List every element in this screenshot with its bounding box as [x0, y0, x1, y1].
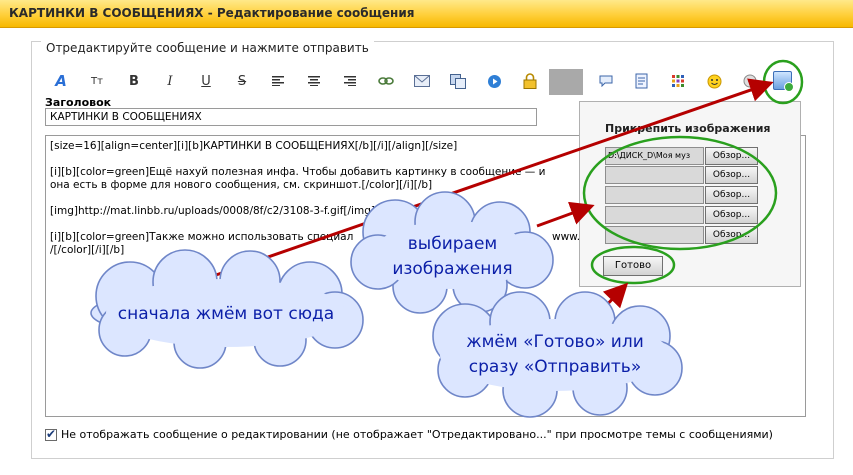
cloud-step2-line1: выбираем [407, 234, 498, 254]
cloud-step1-text: сначала жмём вот сюда [117, 304, 335, 324]
highlight-attach-icon [762, 59, 804, 105]
highlight-done-button [590, 245, 676, 285]
cloud-step3-line2: сразу «Отправить» [468, 357, 642, 377]
highlight-file-fields [582, 135, 778, 251]
cloud-step3-line1: жмём «Готово» или [466, 332, 644, 352]
cloud-step2-line2: изображения [392, 259, 513, 279]
arrow-to-file-fields [536, 201, 595, 228]
